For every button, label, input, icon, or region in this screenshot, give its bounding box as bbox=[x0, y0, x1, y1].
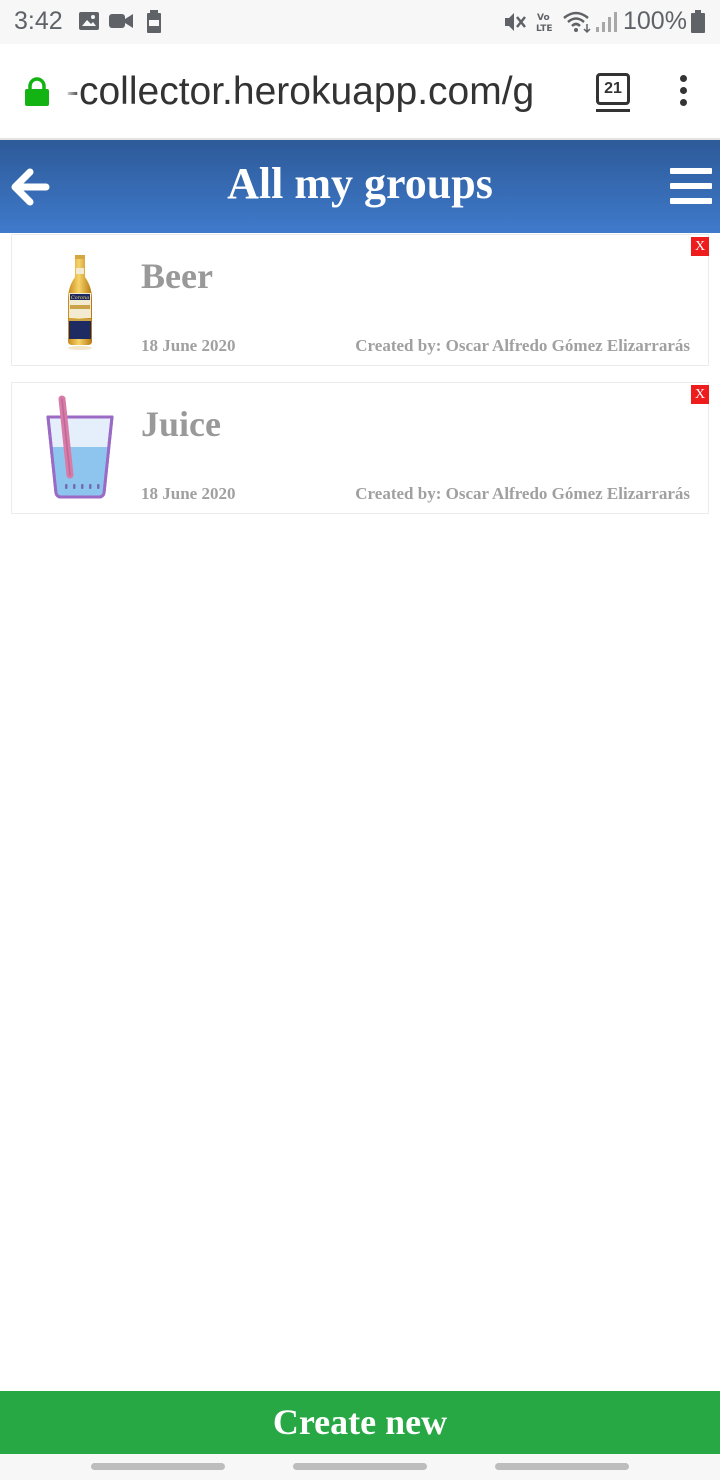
battery-icon bbox=[691, 10, 705, 39]
tab-switcher-underline bbox=[596, 109, 630, 112]
group-name: Juice bbox=[141, 404, 221, 444]
group-card-beer[interactable]: Corona Beer 18 June 2020 Created by: Osc… bbox=[11, 234, 709, 366]
status-time: 3:42 bbox=[14, 7, 63, 35]
page-title: All my groups bbox=[227, 159, 493, 208]
tab-switcher-button[interactable]: 21 bbox=[596, 73, 630, 105]
svg-text:LTE: LTE bbox=[536, 24, 553, 34]
nav-back-handle[interactable] bbox=[495, 1463, 629, 1470]
hamburger-menu-icon[interactable] bbox=[670, 168, 712, 206]
group-card-juice[interactable]: Juice 18 June 2020 Created by: Oscar Alf… bbox=[11, 382, 709, 514]
app-header: All my groups bbox=[0, 140, 720, 233]
volte-icon: Vo LTE bbox=[535, 10, 557, 39]
url-field[interactable]: -collector.herokuapp.com/g bbox=[66, 70, 578, 118]
battery-percent: 100% bbox=[623, 7, 687, 35]
mute-icon bbox=[503, 10, 527, 39]
signal-icon bbox=[594, 10, 618, 39]
group-date: 18 June 2020 bbox=[141, 484, 236, 503]
nav-recents-handle[interactable] bbox=[91, 1463, 225, 1470]
lock-icon bbox=[24, 77, 50, 112]
group-creator: Created by: Oscar Alfredo Gómez Elizarra… bbox=[355, 336, 690, 355]
battery-saver-icon bbox=[146, 10, 162, 39]
system-nav-bar bbox=[0, 1454, 720, 1480]
svg-text:Corona: Corona bbox=[71, 295, 89, 301]
nav-home-handle[interactable] bbox=[293, 1463, 427, 1470]
wifi-icon bbox=[562, 10, 592, 39]
image-icon bbox=[78, 10, 100, 37]
create-new-button[interactable]: Create new bbox=[0, 1391, 720, 1454]
group-creator: Created by: Oscar Alfredo Gómez Elizarra… bbox=[355, 484, 690, 503]
delete-group-button[interactable]: X bbox=[691, 385, 709, 404]
juice-glass-icon bbox=[42, 395, 122, 499]
overflow-menu-icon[interactable] bbox=[676, 75, 690, 109]
beer-bottle-icon: Corona bbox=[40, 249, 120, 353]
browser-url-bar: -collector.herokuapp.com/g 21 bbox=[0, 44, 720, 140]
group-date: 18 June 2020 bbox=[141, 336, 236, 355]
svg-text:Vo: Vo bbox=[537, 13, 550, 23]
status-bar: 3:42 Vo LTE 100% bbox=[0, 0, 720, 44]
video-camera-icon bbox=[108, 10, 134, 37]
delete-group-button[interactable]: X bbox=[691, 237, 709, 256]
group-name: Beer bbox=[141, 256, 213, 296]
